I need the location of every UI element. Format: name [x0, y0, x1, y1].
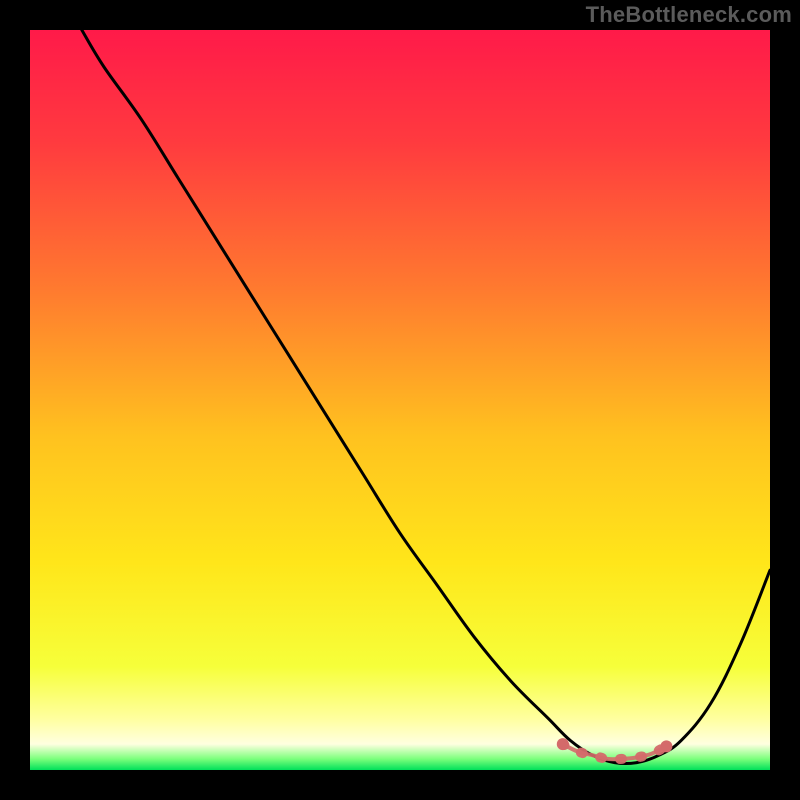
watermark-label: TheBottleneck.com [586, 2, 792, 28]
bottleneck-chart [30, 30, 770, 770]
highlight-start-dot [557, 738, 569, 750]
chart-container: TheBottleneck.com [0, 0, 800, 800]
gradient-background [30, 30, 770, 770]
highlight-end-dot [660, 740, 672, 752]
plot-area [30, 30, 770, 770]
